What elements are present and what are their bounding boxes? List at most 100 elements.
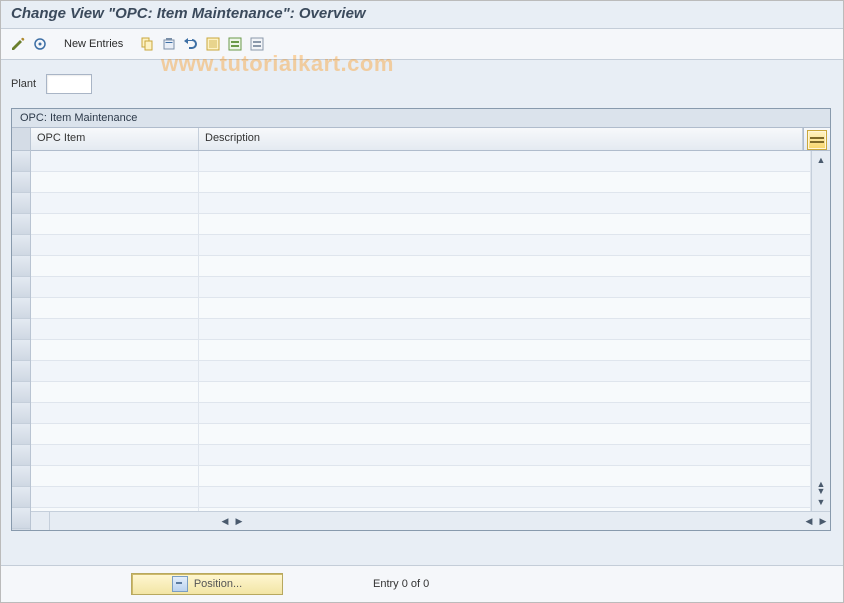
cell-description[interactable] [199, 172, 811, 192]
table-row[interactable] [31, 403, 811, 424]
column-header-opc-item[interactable]: OPC Item [31, 128, 199, 150]
horizontal-scrollbar[interactable]: ◀ ▶ ◀ ▶ [31, 511, 830, 530]
table-row[interactable] [31, 466, 811, 487]
item-grid: OPC: Item Maintenance OPC Item Descripti… [11, 108, 831, 531]
scroll-down-icon[interactable]: ▼ [814, 495, 828, 509]
other-view-icon[interactable] [31, 35, 49, 53]
position-button-label: Position... [194, 578, 242, 590]
cell-description[interactable] [199, 298, 811, 318]
table-row[interactable] [31, 277, 811, 298]
cell-description[interactable] [199, 361, 811, 381]
row-selector[interactable] [12, 172, 30, 193]
cell-opc-item[interactable] [31, 214, 199, 234]
cell-description[interactable] [199, 319, 811, 339]
cell-description[interactable] [199, 487, 811, 507]
cell-opc-item[interactable] [31, 508, 199, 511]
row-selector[interactable] [12, 298, 30, 319]
table-row[interactable] [31, 487, 811, 508]
cell-description[interactable] [199, 508, 811, 511]
configure-columns-icon[interactable] [807, 130, 827, 150]
cell-description[interactable] [199, 382, 811, 402]
scroll-left-b-icon[interactable]: ◀ [802, 514, 816, 528]
vertical-scrollbar[interactable]: ▲ ▲▼ ▼ [811, 151, 830, 511]
select-block-icon[interactable] [226, 35, 244, 53]
undo-icon[interactable] [182, 35, 200, 53]
row-selector[interactable] [12, 445, 30, 466]
scroll-left-icon[interactable]: ◀ [218, 514, 232, 528]
row-selector[interactable] [12, 361, 30, 382]
row-selector[interactable] [12, 277, 30, 298]
cell-opc-item[interactable] [31, 445, 199, 465]
row-selector[interactable] [12, 214, 30, 235]
table-row[interactable] [31, 508, 811, 511]
cell-description[interactable] [199, 256, 811, 276]
table-row[interactable] [31, 298, 811, 319]
grid-data-area[interactable] [31, 151, 811, 511]
table-row[interactable] [31, 361, 811, 382]
cell-opc-item[interactable] [31, 235, 199, 255]
cell-description[interactable] [199, 340, 811, 360]
table-row[interactable] [31, 340, 811, 361]
position-icon [172, 576, 188, 592]
deselect-all-icon[interactable] [248, 35, 266, 53]
cell-opc-item[interactable] [31, 487, 199, 507]
row-selector[interactable] [12, 466, 30, 487]
cell-description[interactable] [199, 466, 811, 486]
scroll-up-icon[interactable]: ▲ [814, 153, 828, 167]
cell-opc-item[interactable] [31, 277, 199, 297]
table-row[interactable] [31, 193, 811, 214]
copy-as-icon[interactable] [138, 35, 156, 53]
select-all-icon[interactable] [204, 35, 222, 53]
scroll-right-a-icon[interactable]: ▶ [232, 514, 246, 528]
cell-opc-item[interactable] [31, 403, 199, 423]
cell-opc-item[interactable] [31, 340, 199, 360]
cell-opc-item[interactable] [31, 172, 199, 192]
scroll-down-double-icon[interactable]: ▲▼ [814, 481, 828, 495]
row-selector[interactable] [12, 424, 30, 445]
plant-label: Plant [11, 78, 36, 90]
row-selector[interactable] [12, 256, 30, 277]
cell-opc-item[interactable] [31, 193, 199, 213]
table-row[interactable] [31, 319, 811, 340]
cell-opc-item[interactable] [31, 466, 199, 486]
row-selector[interactable] [12, 403, 30, 424]
cell-opc-item[interactable] [31, 382, 199, 402]
table-row[interactable] [31, 235, 811, 256]
toggle-display-icon[interactable] [9, 35, 27, 53]
row-selector[interactable] [12, 340, 30, 361]
row-selector[interactable] [12, 235, 30, 256]
table-row[interactable] [31, 256, 811, 277]
cell-opc-item[interactable] [31, 298, 199, 318]
row-selector[interactable] [12, 193, 30, 214]
cell-opc-item[interactable] [31, 151, 199, 171]
cell-description[interactable] [199, 445, 811, 465]
cell-opc-item[interactable] [31, 256, 199, 276]
cell-description[interactable] [199, 277, 811, 297]
cell-opc-item[interactable] [31, 361, 199, 381]
cell-description[interactable] [199, 151, 811, 171]
cell-description[interactable] [199, 193, 811, 213]
position-button[interactable]: Position... [131, 573, 283, 595]
column-header-description[interactable]: Description [199, 128, 803, 150]
table-row[interactable] [31, 172, 811, 193]
table-row[interactable] [31, 445, 811, 466]
row-selector[interactable] [12, 319, 30, 340]
row-selector[interactable] [12, 382, 30, 403]
row-selector[interactable] [12, 151, 30, 172]
cell-description[interactable] [199, 403, 811, 423]
cell-opc-item[interactable] [31, 319, 199, 339]
row-selector[interactable] [12, 508, 30, 529]
cell-description[interactable] [199, 214, 811, 234]
table-row[interactable] [31, 214, 811, 235]
new-entries-button[interactable]: New Entries [58, 35, 129, 53]
table-row[interactable] [31, 424, 811, 445]
scroll-right-icon[interactable]: ▶ [816, 514, 830, 528]
plant-input[interactable] [46, 74, 92, 94]
cell-opc-item[interactable] [31, 424, 199, 444]
cell-description[interactable] [199, 424, 811, 444]
table-row[interactable] [31, 382, 811, 403]
table-row[interactable] [31, 151, 811, 172]
delete-icon[interactable] [160, 35, 178, 53]
cell-description[interactable] [199, 235, 811, 255]
row-selector[interactable] [12, 487, 30, 508]
